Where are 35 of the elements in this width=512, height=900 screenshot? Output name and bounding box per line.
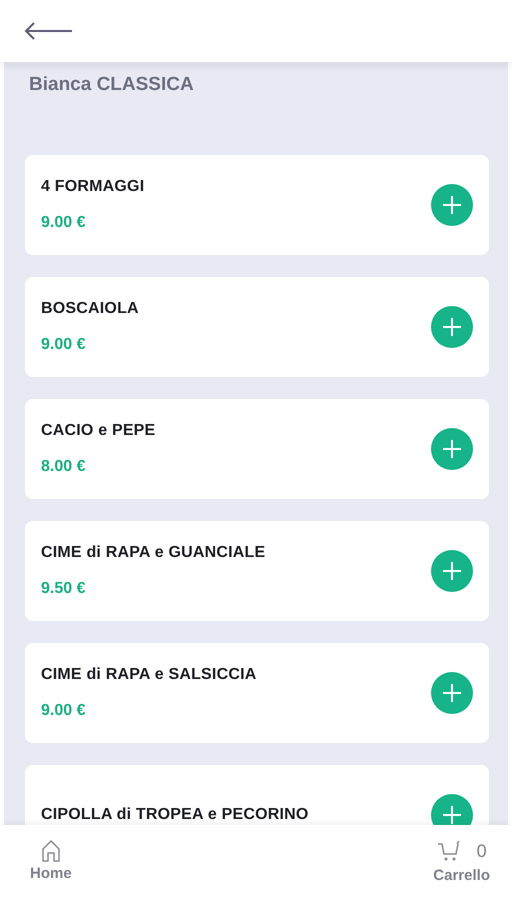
product-name: CACIO e PEPE	[41, 420, 156, 441]
add-button[interactable]	[431, 428, 473, 470]
product-card[interactable]: CIME di RAPA e SALSICCIA 9.00 €	[25, 642, 489, 743]
product-price: 9.00 €	[41, 700, 86, 721]
add-button[interactable]	[431, 672, 473, 714]
product-name: CIPOLLA di TROPEA e PECORINO	[41, 804, 309, 825]
product-name: BOSCAIOLA	[41, 298, 139, 319]
add-button[interactable]	[431, 794, 473, 825]
product-price: 8.00 €	[41, 456, 86, 477]
plus-icon	[442, 438, 462, 459]
cart-count: 0	[476, 840, 487, 863]
cart-tab[interactable]: 0 Carrello	[433, 838, 490, 888]
plus-icon	[442, 560, 462, 581]
product-card[interactable]: CIME di RAPA e GUANCIALE 9.50 €	[25, 520, 489, 621]
product-name: CIME di RAPA e SALSICCIA	[41, 664, 256, 685]
plus-icon	[442, 316, 462, 337]
product-name: CIME di RAPA e GUANCIALE	[41, 542, 266, 563]
home-icon	[40, 839, 62, 864]
add-button[interactable]	[431, 306, 473, 348]
product-card[interactable]: CACIO e PEPE 8.00 €	[25, 398, 489, 499]
plus-icon	[442, 194, 462, 215]
product-card[interactable]: 4 FORMAGGI 9.00 €	[25, 154, 489, 255]
product-card[interactable]: BOSCAIOLA 9.00 €	[25, 276, 489, 377]
plus-icon	[442, 682, 462, 703]
product-price: 9.00 €	[41, 212, 86, 233]
product-card[interactable]: CIPOLLA di TROPEA e PECORINO	[25, 764, 489, 825]
category-title: Bianca CLASSICA	[28, 72, 195, 97]
product-price: 9.00 €	[41, 334, 86, 355]
back-arrow-icon	[24, 20, 74, 41]
home-tab[interactable]: Home	[30, 839, 72, 886]
add-button[interactable]	[431, 550, 473, 592]
product-name: 4 FORMAGGI	[41, 176, 144, 197]
product-price: 9.50 €	[41, 578, 86, 599]
add-button[interactable]	[431, 184, 473, 226]
cart-icon	[436, 840, 461, 862]
